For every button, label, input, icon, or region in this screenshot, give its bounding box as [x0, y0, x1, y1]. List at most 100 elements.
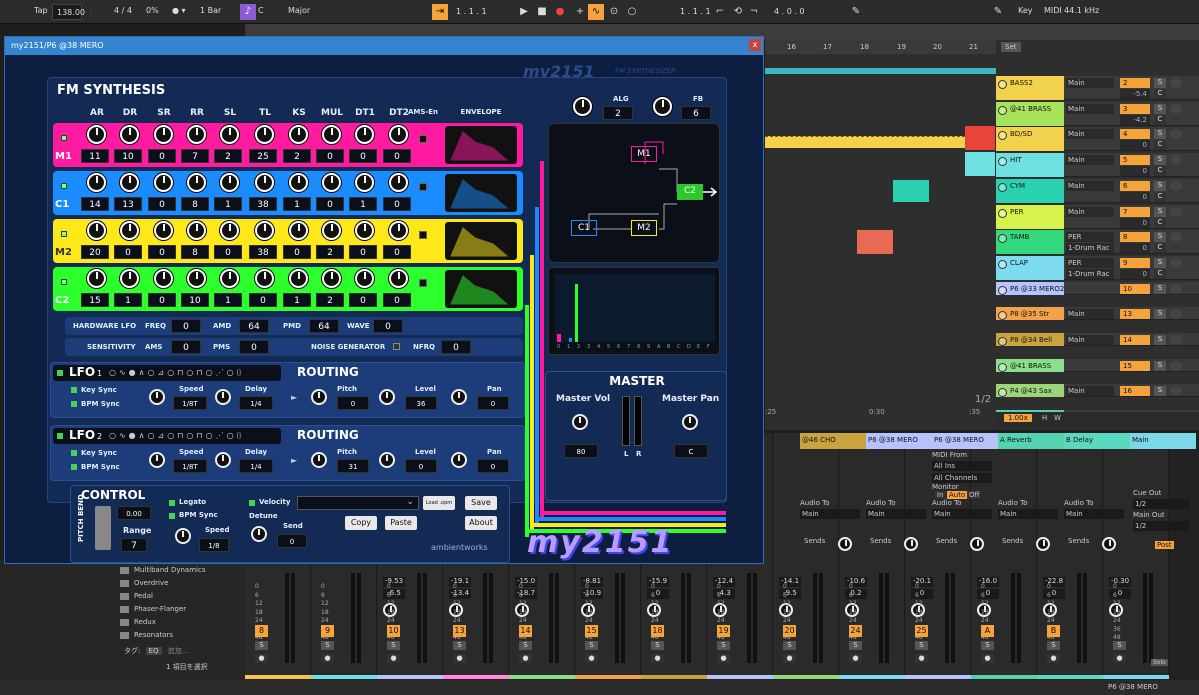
value-c2-ar[interactable]: 15 — [81, 293, 109, 307]
clip[interactable] — [765, 136, 965, 148]
track-row[interactable]: TAMB PER 1-Drum Rac 8 0 S C — [996, 230, 1199, 254]
groove-percent[interactable]: 0% — [146, 6, 159, 15]
knob-c1-dt2[interactable] — [389, 173, 408, 192]
knob-c2-dt2[interactable] — [389, 269, 408, 288]
noise-toggle[interactable] — [393, 343, 400, 350]
track-input-channel[interactable]: 1-Drum Rac — [1066, 269, 1114, 279]
knob-m2-dt1[interactable] — [355, 221, 374, 240]
set-button[interactable]: Set — [1001, 42, 1021, 52]
operator-enable-m1[interactable] — [61, 135, 67, 141]
arm-button[interactable]: ● — [387, 654, 400, 663]
mixer-header[interactable]: P6 @38 MERO — [866, 433, 932, 449]
solo-button[interactable]: S — [453, 641, 466, 650]
track-fold-icon[interactable] — [998, 183, 1007, 192]
arm-button[interactable]: ● — [1113, 654, 1126, 663]
solo-button[interactable]: S — [1154, 181, 1166, 191]
master-pan-value[interactable]: C — [674, 444, 708, 458]
browser-item[interactable]: Pedal — [120, 592, 153, 604]
track-volume[interactable]: -4.2 — [1120, 115, 1150, 125]
knob-c2-dr[interactable] — [120, 269, 139, 288]
solo-button[interactable]: S — [1047, 641, 1060, 650]
track-number-button[interactable]: 9 — [1120, 258, 1150, 268]
lfo1-pitch-knob[interactable] — [311, 389, 327, 405]
track-row[interactable]: CYM Main 6 0 S C — [996, 179, 1199, 203]
fb-knob[interactable] — [653, 97, 672, 116]
track-number-button[interactable]: 10 — [1120, 284, 1150, 294]
value-m2-ar[interactable]: 20 — [81, 245, 109, 259]
track-fold-icon[interactable] — [998, 286, 1007, 295]
value-c2-tl[interactable]: 0 — [249, 293, 277, 307]
solo-button[interactable]: S — [1113, 641, 1126, 650]
monitor-off-button[interactable]: Off — [967, 491, 982, 499]
scale-select[interactable]: Major — [288, 6, 310, 15]
nfrq-value[interactable]: 0 — [441, 340, 471, 354]
solo-button[interactable]: S — [1154, 232, 1166, 242]
range-value[interactable]: 7 — [121, 538, 147, 552]
value-m1-rr[interactable]: 7 — [181, 149, 209, 163]
track-number-button[interactable]: 14 — [1120, 335, 1150, 345]
track-row[interactable]: P6 @33 MERO2 10 S — [996, 282, 1199, 295]
track-number-button[interactable]: 13 — [1120, 309, 1150, 319]
lfo2-pitch-knob[interactable] — [311, 452, 327, 468]
arm-button[interactable]: ● — [981, 654, 994, 663]
browser-item[interactable]: Phaser-Flanger — [120, 605, 186, 617]
knob-m1-rr[interactable] — [187, 125, 206, 144]
track-name[interactable]: P8 @34 Bell — [996, 333, 1064, 346]
browser-item[interactable]: Multiband Dynamics — [120, 566, 205, 578]
lfo1-level-knob[interactable] — [379, 389, 395, 405]
track-volume[interactable]: 0 — [1120, 192, 1150, 202]
track-input-select[interactable]: Main — [1066, 181, 1114, 191]
stop-icon[interactable]: ■ — [534, 4, 550, 20]
track-fold-icon[interactable] — [998, 337, 1007, 346]
solo-button[interactable]: S — [1154, 386, 1166, 396]
solo-button[interactable]: S — [783, 641, 796, 650]
copy-button[interactable]: Copy — [345, 516, 377, 530]
track-volume[interactable]: 0 — [1120, 269, 1150, 279]
overdub-icon[interactable]: + — [572, 4, 588, 20]
arm-button[interactable] — [1170, 335, 1182, 345]
lfo2-speed-value[interactable]: 1/8T — [173, 459, 207, 473]
solo-button[interactable]: S — [585, 641, 598, 650]
crossfade-button[interactable]: C — [1154, 243, 1166, 253]
lfo1-bpm-sync-toggle[interactable] — [71, 401, 77, 407]
alg-value[interactable]: 2 — [603, 106, 633, 120]
value-m2-mul[interactable]: 2 — [316, 245, 344, 259]
send-knob[interactable] — [838, 537, 852, 551]
channel-number-button[interactable]: 18 — [651, 625, 664, 637]
track-number-button[interactable]: 8 — [1120, 232, 1150, 242]
knob-c1-tl[interactable] — [255, 173, 274, 192]
scale-mode-icon[interactable]: ♪ — [240, 4, 256, 20]
knob-c1-sr[interactable] — [154, 173, 173, 192]
arm-button[interactable] — [1170, 386, 1182, 396]
track-volume[interactable]: -5.4 — [1120, 89, 1150, 99]
solo-button[interactable]: S — [255, 641, 268, 650]
track-row[interactable]: HIT Main 5 0 S C — [996, 153, 1199, 177]
value-m1-mul[interactable]: 0 — [316, 149, 344, 163]
solo-button[interactable]: S — [1154, 78, 1166, 88]
w-button[interactable]: W — [1054, 414, 1061, 422]
main-out-select[interactable]: 1/2 — [1133, 521, 1189, 531]
lfo2-bpm-sync-toggle[interactable] — [71, 464, 77, 470]
track-name[interactable]: BASS2 — [996, 76, 1064, 100]
clip[interactable] — [765, 68, 996, 74]
channel-number-button[interactable]: 15 — [585, 625, 598, 637]
detune-knob[interactable] — [251, 526, 267, 542]
channel-number-button[interactable]: B — [1047, 625, 1060, 637]
knob-c1-ar[interactable] — [87, 173, 106, 192]
crossfade-button[interactable]: C — [1154, 115, 1166, 125]
track-name[interactable]: P8 @35 Str — [996, 307, 1064, 320]
track-row[interactable]: P8 @35 Str Main 13 S — [996, 307, 1199, 320]
value-c1-sl[interactable]: 1 — [214, 197, 242, 211]
solo-label[interactable]: Solo — [1151, 659, 1168, 666]
arm-button[interactable] — [1170, 284, 1182, 294]
quantize-select[interactable]: 1 Bar — [200, 6, 221, 15]
track-name[interactable]: HIT — [996, 153, 1064, 177]
follow-icon[interactable]: ⇥ — [432, 4, 448, 20]
lfo2-level-knob[interactable] — [379, 452, 395, 468]
track-input-select[interactable]: Main — [1066, 155, 1114, 165]
pitch-bend-wheel[interactable] — [95, 506, 111, 550]
knob-c2-ks[interactable] — [289, 269, 308, 288]
knob-m1-mul[interactable] — [322, 125, 341, 144]
pms-value[interactable]: 0 — [239, 340, 269, 354]
track-fold-icon[interactable] — [998, 106, 1007, 115]
